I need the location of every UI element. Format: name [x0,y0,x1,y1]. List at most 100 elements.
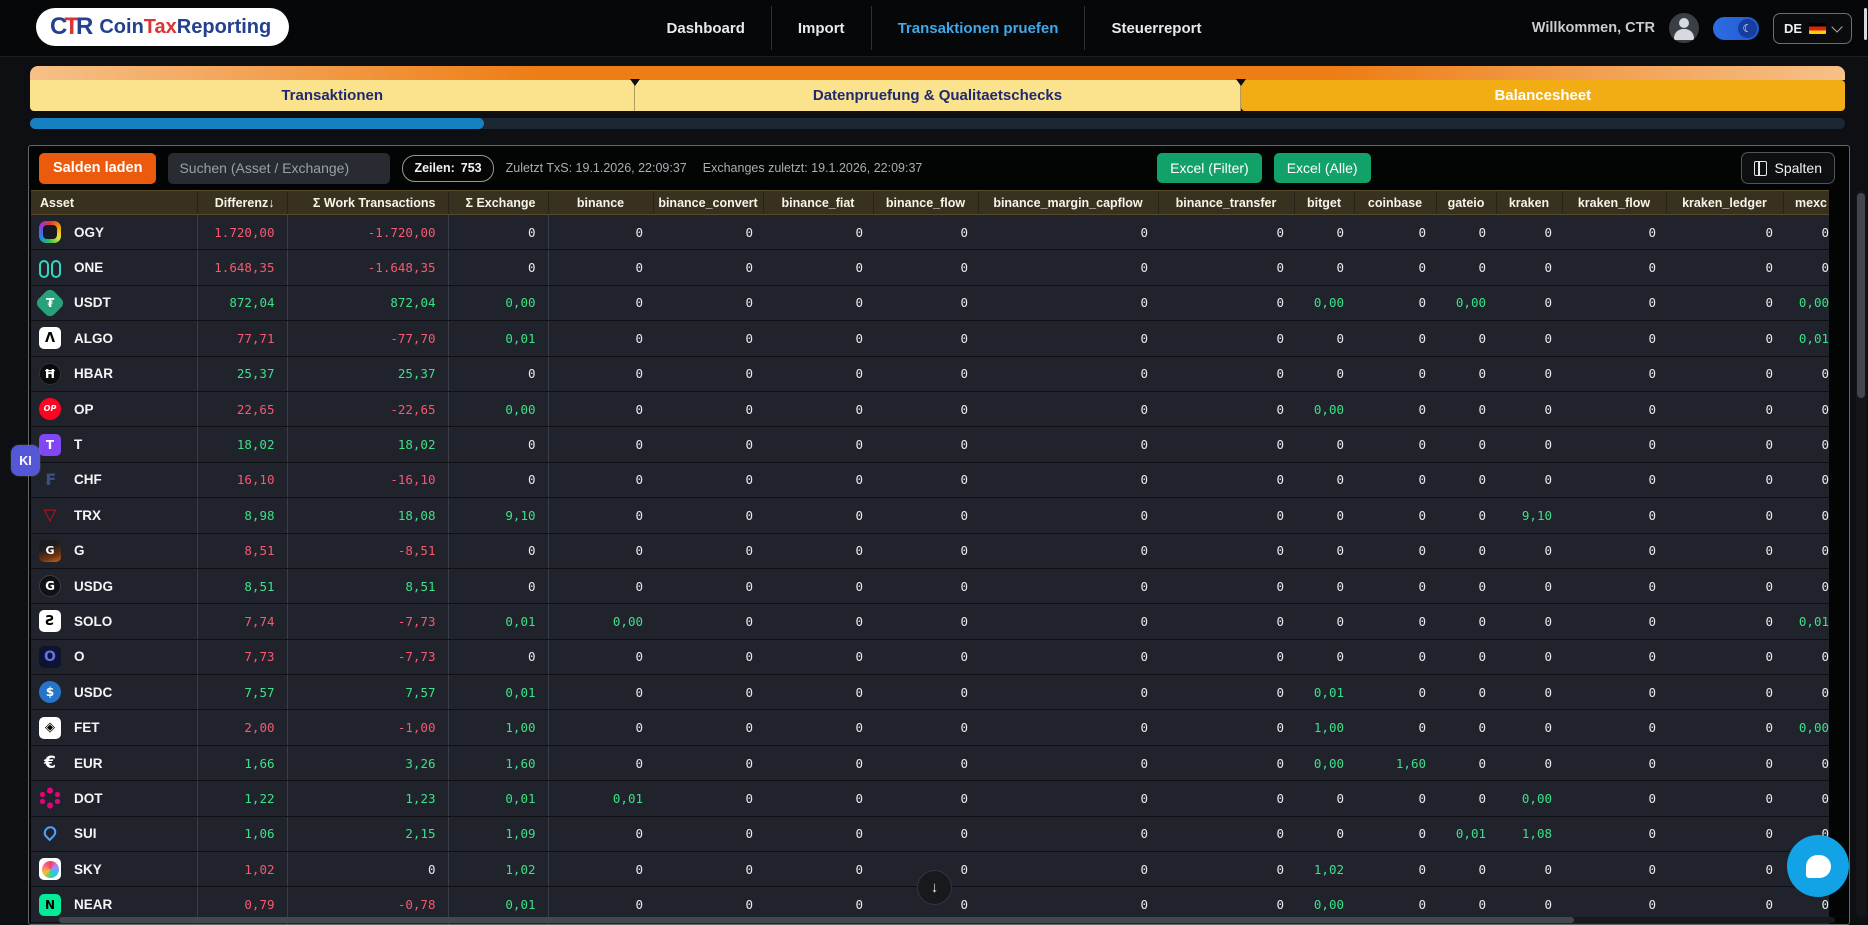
cell-binance_transfer: 0 [1158,781,1294,816]
nav-item-steuerreport[interactable]: Steuerreport [1085,20,1227,37]
cell-kraken: 0 [1496,250,1562,285]
asset-cell: ◈FET [31,710,197,745]
table-row-t[interactable]: TT18,0218,0200000000000000 [31,427,1829,462]
table-row-o[interactable]: OO7,73-7,7300000000000000 [31,639,1829,674]
column-header-binance_transfer[interactable]: binance_transfer [1158,191,1294,215]
column-header-binance[interactable]: binance [548,191,653,215]
column-header-gateio[interactable]: gateio [1436,191,1496,215]
table-row-hbar[interactable]: ĦHBAR25,3725,3700000000000000 [31,356,1829,391]
nav-item-import[interactable]: Import [772,20,871,37]
cell-binance: 0 [548,639,653,674]
ki-assistant-button[interactable]: KI [11,445,40,476]
cell-binance_flow: 0 [873,533,978,568]
table-row-one[interactable]: ONE1.648,35-1.648,3500000000000000 [31,250,1829,285]
table-row-g[interactable]: GG8,51-8,5100000000000000 [31,533,1829,568]
cell-coinbase: 0 [1354,250,1436,285]
cell-exchange: 9,10 [448,498,548,533]
asset-name: OP [74,402,94,417]
column-header-binance_margin_capflow[interactable]: binance_margin_capflow [978,191,1158,215]
cell-exchange: 0 [448,462,548,497]
balancesheet-panel: Salden laden Zeilen: 753 Zuletzt TxS: 19… [28,145,1850,925]
table-row-eur[interactable]: €EUR1,663,261,600000000,001,6000000 [31,745,1829,780]
asset-name: ONE [74,260,103,275]
cell-gateio: 0 [1436,391,1496,426]
cell-exchange: 0,00 [448,391,548,426]
horizontal-scrollbar[interactable] [59,917,1835,923]
app-window: CTR CoinTaxReporting DashboardImportTran… [0,0,1868,925]
asset-cell: ONE [31,250,197,285]
table-row-usdc[interactable]: $USDC7,577,570,010000000,01000000 [31,675,1829,710]
load-balances-button[interactable]: Salden laden [39,153,156,184]
chat-widget-button[interactable] [1787,835,1849,897]
language-selector[interactable]: DE [1773,13,1852,44]
cell-kraken_flow: 0 [1562,710,1666,745]
cell-kraken_ledger: 0 [1666,462,1783,497]
o-icon: O [39,646,61,668]
column-header-bitget[interactable]: bitget [1294,191,1354,215]
nav-item-transaktionen-pruefen[interactable]: Transaktionen pruefen [872,20,1085,37]
column-header-kraken_ledger[interactable]: kraken_ledger [1666,191,1783,215]
column-header-kraken_flow[interactable]: kraken_flow [1562,191,1666,215]
table-row-trx[interactable]: ▽TRX8,9818,089,100000000009,10000 [31,498,1829,533]
top-nav: CTR CoinTaxReporting DashboardImportTran… [0,0,1868,57]
cell-differenz: 25,37 [197,356,287,391]
cell-work: 7,57 [287,675,448,710]
table-row-usdt[interactable]: ₮USDT872,04872,040,000000000,0000,000000… [31,285,1829,320]
search-input[interactable] [168,153,390,184]
column-header-coinbase[interactable]: coinbase [1354,191,1436,215]
cell-binance_fiat: 0 [763,852,873,887]
cell-differenz: 1.648,35 [197,250,287,285]
table-row-dot[interactable]: DOT1,221,230,010,01000000000,00000 [31,781,1829,816]
welcome-text: Willkommen, CTR [1532,20,1655,36]
user-avatar[interactable] [1669,13,1699,43]
cell-binance_margin_capflow: 0 [978,285,1158,320]
column-header-exchange[interactable]: Σ Exchange [448,191,548,215]
column-header-work[interactable]: Σ Work Transactions [287,191,448,215]
eur-icon: € [39,752,61,774]
cell-kraken_flow: 0 [1562,215,1666,250]
chevron-down-icon [1831,21,1842,32]
column-header-binance_flow[interactable]: binance_flow [873,191,978,215]
scroll-to-bottom-button[interactable]: ↓ [917,870,952,905]
columns-button[interactable]: Spalten [1741,152,1835,184]
asset-cell: ΛALGO [31,321,197,356]
table-row-solo[interactable]: ƧSOLO7,74-7,730,010,00000000000000,01 [31,604,1829,639]
dark-mode-toggle[interactable]: ☾ [1713,17,1759,40]
table-row-op[interactable]: OPOP22,65-22,650,000000000,00000000 [31,391,1829,426]
asset-cell: ₣CHF [31,462,197,497]
excel-filter-button[interactable]: Excel (Filter) [1157,153,1262,183]
column-header-asset[interactable]: Asset [31,191,197,215]
step-tab-transaktionen[interactable]: Transaktionen [30,80,635,111]
cell-coinbase: 0 [1354,781,1436,816]
last-tx-timestamp: Zuletzt TxS: 19.1.2026, 22:09:37 [506,161,687,175]
asset-name: OGY [74,225,104,240]
cell-work: -1.720,00 [287,215,448,250]
column-header-kraken[interactable]: kraken [1496,191,1562,215]
step-tab-balancesheet[interactable]: Balancesheet [1241,80,1845,111]
column-header-mexc[interactable]: mexc [1783,191,1829,215]
table-row-chf[interactable]: ₣CHF16,10-16,1000000000000000 [31,462,1829,497]
browser-scrollbar-tick[interactable] [1864,8,1867,40]
cell-binance_margin_capflow: 0 [978,852,1158,887]
column-header-differenz[interactable]: Differenz↓ [197,191,287,215]
cell-gateio: 0 [1436,639,1496,674]
nav-item-dashboard[interactable]: Dashboard [641,20,771,37]
vertical-scrollbar[interactable] [1856,190,1866,917]
table-row-usdg[interactable]: GUSDG8,518,5100000000000000 [31,568,1829,603]
cell-kraken_flow: 0 [1562,639,1666,674]
excel-all-button[interactable]: Excel (Alle) [1274,153,1371,183]
cell-binance_fiat: 0 [763,427,873,462]
cell-exchange: 0 [448,215,548,250]
cell-binance_flow: 0 [873,675,978,710]
table-row-fet[interactable]: ◈FET2,00-1,001,000000001,00000000,00 [31,710,1829,745]
cell-binance_transfer: 0 [1158,462,1294,497]
column-header-binance_fiat[interactable]: binance_fiat [763,191,873,215]
cell-binance: 0 [548,391,653,426]
cell-gateio: 0,01 [1436,816,1496,851]
table-row-sui[interactable]: SUI1,062,151,09000000000,011,08000 [31,816,1829,851]
column-header-binance_convert[interactable]: binance_convert [653,191,763,215]
table-row-ogy[interactable]: OGY1.720,00-1.720,0000000000000000 [31,215,1829,250]
step-tab-datenpruefung-qualitaetschecks[interactable]: Datenpruefung & Qualitaetschecks [635,80,1240,111]
table-row-algo[interactable]: ΛALGO77,71-77,700,010000000000000,01 [31,321,1829,356]
cell-binance_flow: 0 [873,215,978,250]
